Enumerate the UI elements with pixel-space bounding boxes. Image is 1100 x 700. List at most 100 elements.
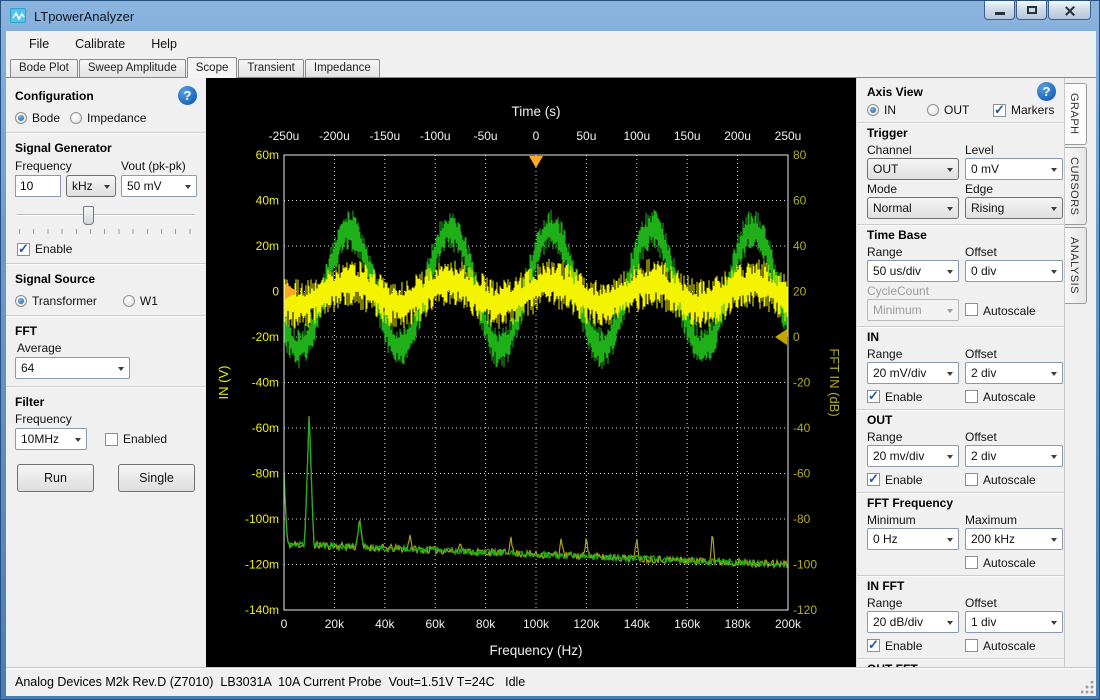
- w1-radio[interactable]: W1: [123, 294, 158, 308]
- single-button[interactable]: Single: [118, 464, 195, 492]
- axis-out-label: OUT: [944, 103, 969, 117]
- tab-scope[interactable]: Scope: [187, 57, 238, 78]
- filter-frequency-select[interactable]: 10MHz: [15, 428, 87, 450]
- checkbox-icon: [867, 639, 880, 652]
- impedance-radio[interactable]: Impedance: [70, 111, 146, 125]
- axis-tick-label: -200u: [319, 129, 350, 143]
- tab-bode-plot[interactable]: Bode Plot: [10, 59, 78, 77]
- markers-label: Markers: [1011, 103, 1054, 117]
- filter-enabled-checkbox[interactable]: Enabled: [105, 432, 167, 446]
- time-base-range-select[interactable]: 50 us/div: [867, 260, 959, 282]
- frequency-input[interactable]: [15, 175, 61, 197]
- tab-sweep-amplitude[interactable]: Sweep Amplitude: [79, 59, 186, 77]
- trigger-channel-value: OUT: [873, 162, 898, 176]
- in-enable-checkbox[interactable]: Enable: [867, 388, 959, 404]
- side-tab-cursors[interactable]: CURSORS: [1065, 147, 1087, 226]
- fft-offset-marker[interactable]: [775, 329, 787, 345]
- out-offset-value: 2 div: [971, 449, 996, 463]
- title-bar[interactable]: LTpowerAnalyzer: [1, 1, 1099, 31]
- slider-thumb[interactable]: [83, 206, 94, 225]
- trigger-mode-select[interactable]: Normal: [867, 197, 959, 219]
- in-offset-select[interactable]: 2 div: [965, 362, 1063, 384]
- frequency-slider[interactable]: [17, 205, 195, 229]
- average-label: Average: [17, 341, 197, 355]
- vout-select[interactable]: 50 mV: [121, 175, 197, 197]
- chevron-down-icon: [947, 168, 953, 172]
- fft-maximum-label: Maximum: [965, 513, 1063, 527]
- in-fft-range-select[interactable]: 20 dB/div: [867, 611, 959, 633]
- radio-icon: [927, 104, 939, 116]
- menu-bar: FileCalibrateHelp: [6, 31, 1096, 57]
- axis-tick-label: 40k: [375, 617, 395, 631]
- menu-help[interactable]: Help: [138, 33, 190, 55]
- trigger-time-marker[interactable]: [529, 156, 543, 168]
- menu-calibrate[interactable]: Calibrate: [62, 33, 138, 55]
- chevron-down-icon: [1051, 455, 1057, 459]
- fft-minimum-select[interactable]: 0 Hz: [867, 528, 959, 550]
- out-range-select[interactable]: 20 mv/div: [867, 445, 959, 467]
- axis-tick-label: 60k: [426, 617, 446, 631]
- trigger-channel-select[interactable]: OUT: [867, 158, 959, 180]
- chevron-down-icon: [118, 367, 124, 371]
- checkbox-icon: [17, 243, 30, 256]
- trigger-edge-select[interactable]: Rising: [965, 197, 1063, 219]
- side-tab-analysis[interactable]: ANALYSIS: [1065, 227, 1087, 304]
- in-fft-enable-label: Enable: [885, 639, 922, 653]
- checkbox-icon: [965, 639, 978, 652]
- out-enable-checkbox[interactable]: Enable: [867, 471, 959, 487]
- signal-source-title: Signal Source: [15, 272, 197, 286]
- help-icon[interactable]: [178, 86, 197, 105]
- chevron-down-icon: [104, 185, 110, 189]
- in-range-select[interactable]: 20 mV/div: [867, 362, 959, 384]
- time-trace-in: [284, 259, 788, 329]
- trigger-level-select[interactable]: 0 mV: [965, 158, 1063, 180]
- markers-checkbox[interactable]: Markers: [993, 103, 1054, 117]
- chevron-down-icon: [947, 455, 953, 459]
- bode-radio-label: Bode: [32, 111, 60, 125]
- filter-enabled-label: Enabled: [123, 432, 167, 446]
- axis-in-radio[interactable]: IN: [867, 103, 919, 117]
- run-button[interactable]: Run: [17, 464, 94, 492]
- in-offset-value: 2 div: [971, 366, 996, 380]
- axis-tick-label: -60: [793, 467, 811, 481]
- filter-title: Filter: [15, 395, 197, 409]
- help-icon[interactable]: [1037, 82, 1056, 101]
- side-tab-graph[interactable]: GRAPH: [1065, 83, 1087, 145]
- maximize-button[interactable]: [1016, 1, 1047, 20]
- fft-frequency-autoscale-checkbox[interactable]: Autoscale: [965, 554, 1063, 570]
- in-autoscale-checkbox[interactable]: Autoscale: [965, 388, 1063, 404]
- time-base-offset-select[interactable]: 0 div: [965, 260, 1063, 282]
- axis-tick-label: -60m: [252, 421, 279, 435]
- axis-tick-label: 0: [281, 617, 288, 631]
- out-autoscale-checkbox[interactable]: Autoscale: [965, 471, 1063, 487]
- axis-out-radio[interactable]: OUT: [927, 103, 985, 117]
- in-fft-autoscale-checkbox[interactable]: Autoscale: [965, 637, 1063, 653]
- tab-transient[interactable]: Transient: [238, 59, 304, 77]
- average-select[interactable]: 64: [15, 357, 130, 379]
- generator-enable-checkbox[interactable]: Enable: [17, 242, 197, 256]
- slider-ticks: [19, 229, 193, 234]
- transformer-radio[interactable]: Transformer: [15, 294, 97, 308]
- minimize-button[interactable]: [984, 1, 1015, 20]
- chevron-down-icon: [1051, 538, 1057, 542]
- scope-plot[interactable]: Time (s)-250u-200u-150u-100u-50u050u100u…: [206, 78, 856, 667]
- scope-plot-svg[interactable]: Time (s)-250u-200u-150u-100u-50u050u100u…: [206, 78, 856, 668]
- checkbox-icon: [965, 473, 978, 486]
- fft-maximum-select[interactable]: 200 kHz: [965, 528, 1063, 550]
- frequency-label: Frequency: [15, 159, 121, 173]
- time-base-autoscale-checkbox[interactable]: Autoscale: [965, 302, 1063, 318]
- axis-tick-label: 40m: [256, 194, 279, 208]
- close-button[interactable]: [1048, 1, 1091, 20]
- tab-impedance[interactable]: Impedance: [305, 59, 380, 77]
- frequency-unit-select[interactable]: kHz: [66, 175, 116, 197]
- fft-maximum-value: 200 kHz: [971, 532, 1015, 546]
- bode-radio[interactable]: Bode: [15, 111, 60, 125]
- out-offset-label: Offset: [965, 430, 1063, 444]
- right-panel: Axis View IN OUT: [856, 78, 1064, 667]
- out-offset-select[interactable]: 2 div: [965, 445, 1063, 467]
- in-fft-offset-value: 1 div: [971, 615, 996, 629]
- in-fft-offset-select[interactable]: 1 div: [965, 611, 1063, 633]
- menu-file[interactable]: File: [16, 33, 62, 55]
- in-fft-enable-checkbox[interactable]: Enable: [867, 637, 959, 653]
- resize-grip[interactable]: [1081, 681, 1094, 694]
